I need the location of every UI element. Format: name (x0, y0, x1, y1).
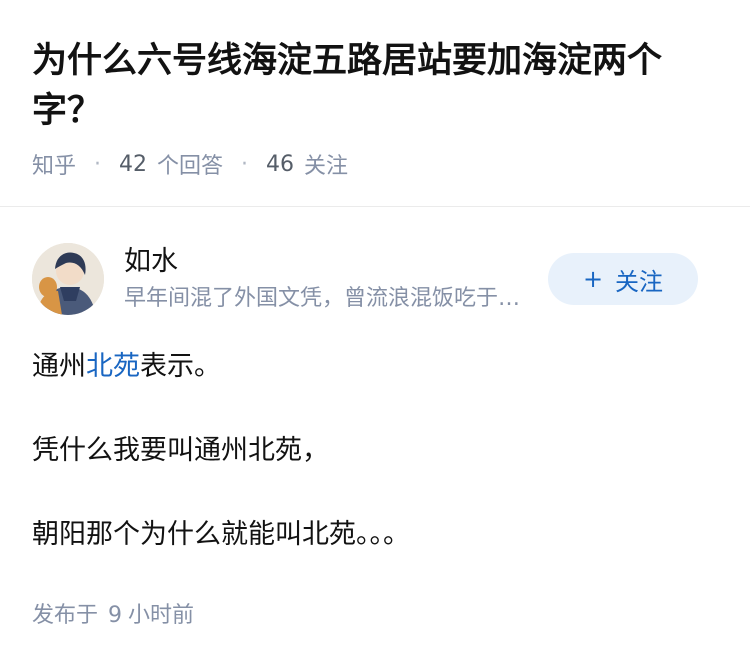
answer-paragraph: 凭什么我要叫通州北苑， (32, 435, 329, 466)
answer-text: 表示。 (140, 351, 221, 382)
plus-icon: + (582, 265, 604, 293)
answer-paragraph: 通州北苑表示。 (32, 345, 718, 389)
answer-paragraph: 朝阳那个为什么就能叫北苑。。。 (32, 519, 410, 550)
follower-count-label[interactable]: 关注 (304, 148, 348, 180)
follow-label: 关注 (615, 267, 664, 296)
meta-separator: · (94, 151, 102, 177)
author-info: 如水 早年间混了外国文凭，曾流浪混饭吃于伦敦、纽约等地 (124, 244, 544, 314)
answer-count: 42 (119, 151, 148, 177)
question-title[interactable]: 为什么六号线海淀五路居站要加海淀两个字？ (32, 36, 718, 136)
publish-suffix: 小时前 (128, 603, 195, 628)
author-row: 如水 早年间混了外国文凭，曾流浪混饭吃于伦敦、纽约等地 + 关注 (32, 243, 718, 315)
divider (0, 206, 750, 207)
answer-content: 通州北苑表示。 凭什么我要叫通州北苑， 朝阳那个为什么就能叫北苑。。。 (32, 345, 718, 557)
topic-link[interactable]: 北苑 (86, 351, 140, 382)
question-meta: 知乎 · 42 个回答 · 46 关注 (32, 148, 718, 180)
avatar[interactable] (32, 243, 104, 315)
source-label[interactable]: 知乎 (32, 148, 76, 180)
follow-button[interactable]: + 关注 (548, 253, 698, 305)
author-name[interactable]: 如水 (124, 244, 544, 280)
publish-number: 9 (108, 603, 123, 628)
question-header: 为什么六号线海淀五路居站要加海淀两个字？ 知乎 · 42 个回答 · 46 关注 (0, 0, 750, 180)
answer-text: 通州 (32, 351, 86, 382)
avatar-illustration-icon (32, 243, 104, 315)
answer-count-label[interactable]: 个回答 (157, 148, 223, 180)
answer-card: 如水 早年间混了外国文凭，曾流浪混饭吃于伦敦、纽约等地 + 关注 通州北苑表示。… (0, 243, 750, 629)
meta-separator: · (241, 151, 249, 177)
author-bio: 早年间混了外国文凭，曾流浪混饭吃于伦敦、纽约等地 (124, 286, 534, 311)
publish-time: 发布于 9 小时前 (32, 597, 718, 629)
publish-prefix: 发布于 (32, 603, 99, 628)
follower-count: 46 (266, 151, 295, 177)
